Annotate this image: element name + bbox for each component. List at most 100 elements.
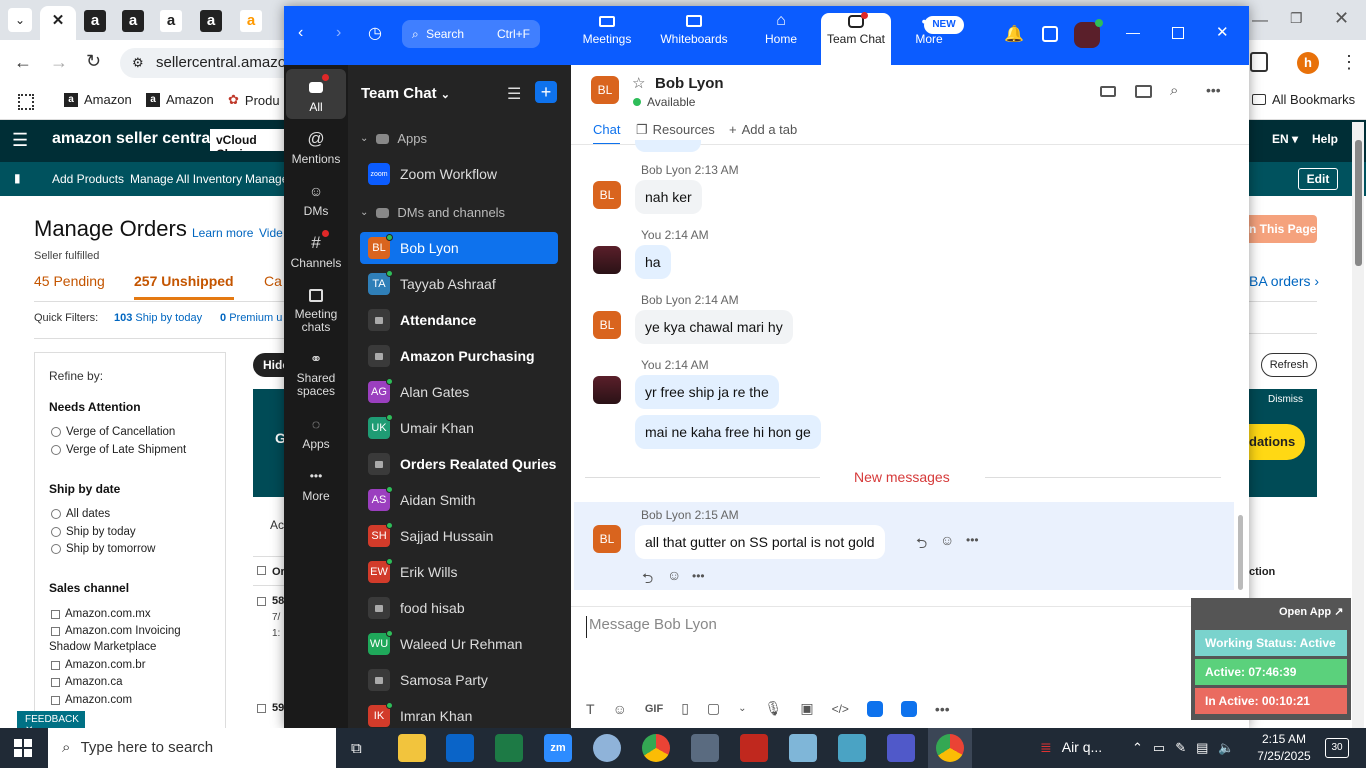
amazon-tab-icon[interactable]: a [84,10,106,32]
weather-widget[interactable]: ≣ Air q... [1040,739,1102,756]
tab-unshipped[interactable]: 257 Unshipped [134,273,234,300]
rail-mentions[interactable]: @ Mentions [286,128,346,166]
address-text[interactable]: sellercentral.amazon [156,54,294,71]
share-screen-icon[interactable] [1135,85,1152,98]
menu-icon[interactable]: ⋮ [1340,52,1358,73]
pen-icon[interactable]: ✎ [1175,740,1186,756]
microphone-icon[interactable]: 🎙 [765,700,783,717]
teams-icon[interactable] [887,734,915,762]
list-item-zoom-workflow[interactable]: zoom Zoom Workflow [360,158,558,190]
calendar-icon[interactable] [1042,26,1058,42]
minimize-icon[interactable]: — [1252,12,1268,30]
amazon-tab-icon[interactable]: a [122,10,144,32]
checkbox-icon[interactable] [51,660,60,670]
emoji-react-icon[interactable]: ☺ [667,567,681,583]
select-all-checkbox[interactable] [257,566,266,575]
excel-icon[interactable] [495,734,523,762]
bookmark-amazon[interactable]: a Amazon [146,92,214,107]
text-format-icon[interactable]: T [586,701,595,717]
fba-orders-link[interactable]: BA orders › [1249,273,1319,289]
reply-icon[interactable]: ⮌ [916,533,927,557]
filter-channel-br[interactable]: Amazon.com.br [51,659,146,671]
list-item-attendance[interactable]: Attendance [360,304,558,336]
tray-icons[interactable]: ⌃ ▭ ✎ ▤ 🔈 [1132,740,1235,756]
message-bubble[interactable]: ye kya chawal mari hy [635,310,793,344]
chrome-icon[interactable] [642,734,670,762]
tab-whiteboards[interactable]: Whiteboards [658,10,730,46]
chat-scrollbar-thumb[interactable] [1238,515,1243,590]
list-item-waleed-ur-rehman[interactable]: WU Waleed Ur Rehman [360,628,558,660]
sender-avatar[interactable] [593,246,621,274]
edit-button[interactable]: Edit [1298,168,1338,190]
tab-pending[interactable]: 45 Pending [34,273,105,289]
sender-avatar[interactable]: BL [593,181,621,209]
forward-icon[interactable]: › [336,24,341,42]
filter-channel-com[interactable]: Amazon.com [51,694,132,706]
list-item-amazon-purchasing[interactable]: Amazon Purchasing [360,340,558,372]
radio-icon[interactable] [51,527,61,537]
list-item-bob-lyon[interactable]: BL Bob Lyon [360,232,558,264]
filter-channel-invoicing[interactable]: Amazon.com Invoicing [51,625,181,637]
minimize-icon[interactable]: — [1126,24,1140,40]
filter-all-dates[interactable]: All dates [51,508,110,520]
hamburger-icon[interactable]: ☰ [12,130,28,151]
list-item-aidan-smith[interactable]: AS Aidan Smith [360,484,558,516]
filter-channel-ca[interactable]: Amazon.ca [51,676,123,688]
filezilla-icon[interactable] [740,734,768,762]
message-bubble[interactable]: yr free ship ja re the [635,375,779,409]
checkbox-icon[interactable] [51,695,60,705]
code-snippet-icon[interactable]: </> [832,702,849,716]
taskbar-search[interactable]: ⌕ Type here to search [48,728,336,768]
screenshot-icon[interactable]: ▢ [707,700,720,717]
checkbox-icon[interactable] [51,626,60,636]
composer-input[interactable]: Message Bob Lyon [586,616,1186,638]
bookmark-icon[interactable]: ▮ [14,171,21,185]
gif-icon[interactable]: GIF [645,703,663,715]
message-bubble[interactable]: all that gutter on SS portal is not gold [635,525,885,559]
filter-icon[interactable]: ☰ [507,84,521,104]
volume-icon[interactable]: 🔈 [1218,740,1234,756]
profile-avatar[interactable]: h [1297,52,1319,74]
calculator-icon[interactable] [691,734,719,762]
recommendations-button[interactable]: dations [1249,424,1305,460]
quick-filter-ship-today[interactable]: 103 Ship by today [114,312,202,324]
app-icon[interactable] [593,734,621,762]
active-tab[interactable]: ✕ [40,6,76,40]
bookmark-amazon[interactable]: a Amazon [64,92,132,107]
radio-icon[interactable] [51,544,61,554]
emoji-icon[interactable]: ☺ [613,701,627,717]
message-bubble[interactable]: ha [635,245,671,279]
filter-ship-tomorrow[interactable]: Ship by tomorrow [51,543,155,555]
video-link[interactable]: Videc [259,226,283,240]
history-icon[interactable]: ◷ [368,23,382,43]
star-icon[interactable]: ☆ [632,74,645,92]
battery-icon[interactable]: ▭ [1153,740,1165,756]
zoom-icon[interactable]: zm [544,734,572,762]
network-icon[interactable]: ▤ [1196,740,1208,756]
tab-home[interactable]: ⌂ Home [746,10,816,46]
forward-icon[interactable]: → [50,52,68,73]
contact-avatar[interactable]: BL [591,76,619,104]
reload-icon[interactable]: ↻ [86,51,101,72]
list-item-tayyab-ashraaf[interactable]: TA Tayyab Ashraaf [360,268,558,300]
address-bar[interactable]: ⚙ sellercentral.amazon [120,48,300,78]
search-icon[interactable]: ⌕ [1170,82,1178,99]
message-bubble[interactable]: mai ne kaha free hi hon ge [635,415,821,449]
tab-resources[interactable]: ❐ Resources [636,122,715,138]
maximize-icon[interactable] [1172,27,1184,39]
video-call-icon[interactable] [1100,86,1116,97]
dismiss-link[interactable]: Dismiss [1268,394,1303,405]
file-explorer-icon[interactable] [398,734,426,762]
sender-avatar[interactable] [593,376,621,404]
apps-section-header[interactable]: ⌄ Apps [360,131,427,146]
bell-icon[interactable]: 🔔 [1004,24,1024,44]
learn-more-link[interactable]: Learn more [192,226,253,240]
app-icon[interactable] [900,700,917,717]
tab-add[interactable]: + Add a tab [729,122,797,137]
amazon-tab-icon[interactable]: a [200,10,222,32]
outlook-icon[interactable] [446,734,474,762]
start-icon[interactable] [14,739,32,757]
chevron-down-icon[interactable]: ⌄ [738,703,746,714]
list-item-alan-gates[interactable]: AG Alan Gates [360,376,558,408]
app-icon[interactable] [838,734,866,762]
